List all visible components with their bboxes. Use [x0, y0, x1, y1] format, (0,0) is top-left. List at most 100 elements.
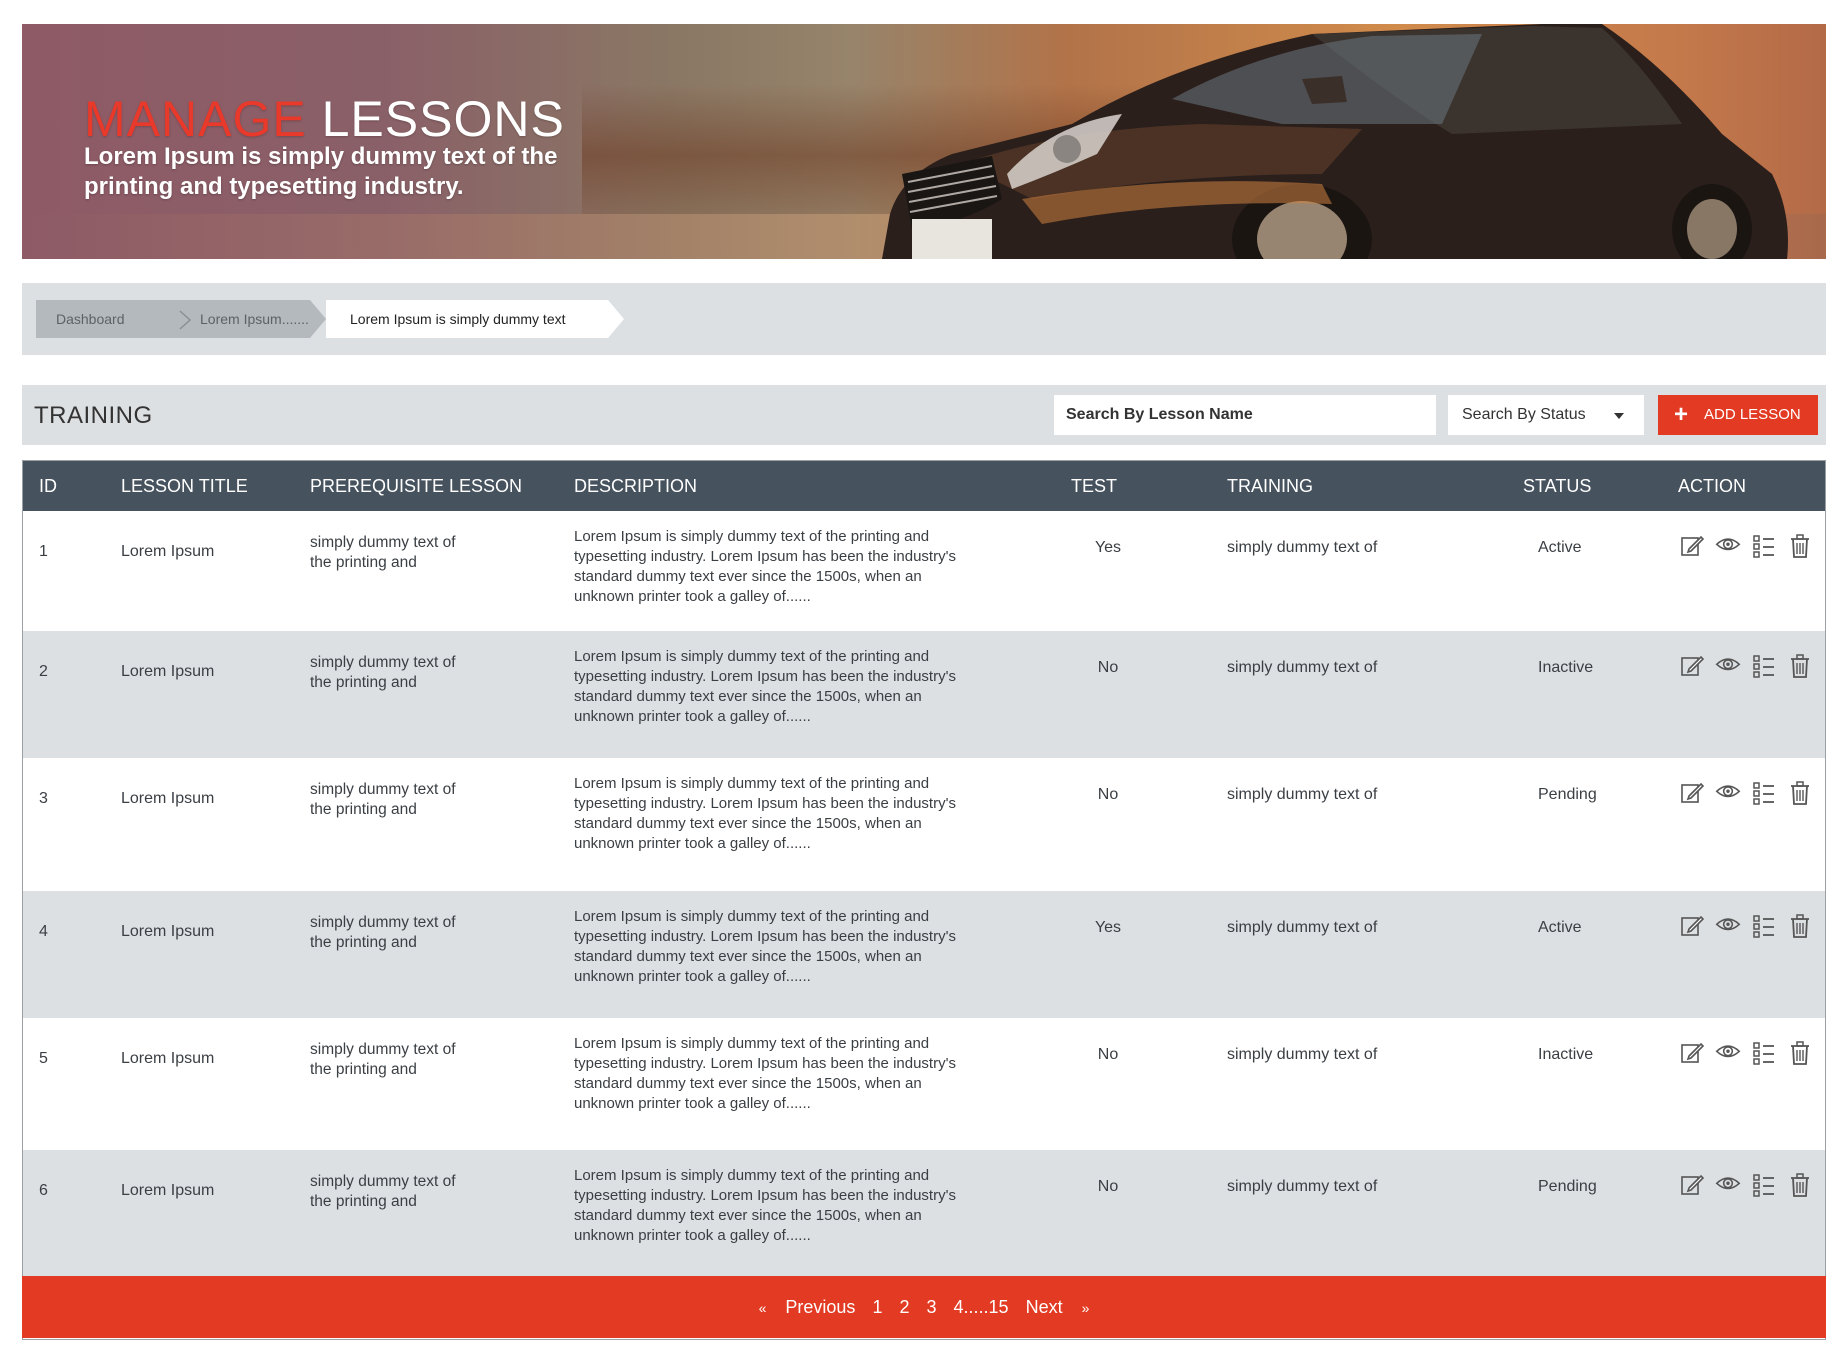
cell-id: 2 — [39, 663, 48, 680]
previous-page-link[interactable]: Previous — [785, 1297, 855, 1317]
cell-test: No — [1097, 659, 1119, 676]
edit-icon[interactable] — [1679, 653, 1705, 679]
cell-lesson-title: Lorem Ipsum — [121, 1050, 215, 1067]
cell-training: simply dummy text of — [1227, 1178, 1378, 1195]
row-actions — [1679, 1172, 1813, 1198]
cell-status: Active — [1538, 919, 1582, 936]
cell-id: 4 — [39, 923, 48, 940]
plus-icon: + — [1674, 401, 1689, 428]
checklist-icon[interactable] — [1751, 1040, 1777, 1066]
cell-status: Active — [1538, 539, 1582, 556]
banner-title: MANAGE LESSONS — [84, 90, 565, 148]
table-row: 4 Lorem Ipsum simply dummy text of the pri… — [23, 891, 1825, 1018]
checklist-icon[interactable] — [1751, 780, 1777, 806]
caret-down-icon — [1614, 413, 1624, 419]
col-lesson-title: LESSON TITLE — [121, 476, 248, 496]
breadcrumb-label-2: Lorem Ipsum....... — [200, 311, 309, 327]
checklist-icon[interactable] — [1751, 533, 1777, 559]
page-link-range[interactable]: 4.....15 — [954, 1297, 1009, 1317]
cell-description: Lorem Ipsum is simply dummy text of the … — [574, 648, 956, 725]
first-page-arrow[interactable]: « — [759, 1300, 767, 1316]
view-icon[interactable] — [1715, 780, 1741, 806]
cell-training: simply dummy text of — [1227, 786, 1378, 803]
cell-test: No — [1097, 1046, 1119, 1063]
next-page-link[interactable]: Next — [1026, 1297, 1063, 1317]
col-test: TEST — [1071, 476, 1118, 496]
banner-title-accent: MANAGE — [84, 91, 307, 147]
delete-icon[interactable] — [1787, 1040, 1813, 1066]
edit-icon[interactable] — [1679, 780, 1705, 806]
delete-icon[interactable] — [1787, 780, 1813, 806]
page-link-1[interactable]: 1 — [872, 1297, 882, 1317]
cell-prerequisite: simply dummy text of the printing and — [310, 1173, 456, 1210]
cell-status: Pending — [1538, 786, 1597, 803]
banner-subtitle: Lorem Ipsum is simply dummy text of the … — [84, 143, 558, 200]
breadcrumb-item-current: Lorem Ipsum is simply dummy text — [326, 300, 608, 338]
add-lesson-button[interactable]: + ADD LESSON — [1658, 395, 1818, 435]
cell-id: 3 — [39, 790, 48, 807]
table-row: 6 Lorem Ipsum simply dummy text of the pri… — [23, 1150, 1825, 1276]
cell-lesson-title: Lorem Ipsum — [121, 543, 215, 560]
cell-training: simply dummy text of — [1227, 659, 1378, 676]
view-icon[interactable] — [1715, 1172, 1741, 1198]
cell-description: Lorem Ipsum is simply dummy text of the … — [574, 1167, 956, 1244]
table-row: 5 Lorem Ipsum simply dummy text of the pri… — [23, 1018, 1825, 1150]
add-lesson-label: ADD LESSON — [1704, 406, 1801, 423]
table-row: 3 Lorem Ipsum simply dummy text of the pri… — [23, 758, 1825, 891]
view-icon[interactable] — [1715, 653, 1741, 679]
cell-prerequisite: simply dummy text of the printing and — [310, 654, 456, 691]
col-description: DESCRIPTION — [574, 476, 698, 496]
delete-icon[interactable] — [1787, 1172, 1813, 1198]
cell-prerequisite: simply dummy text of the printing and — [310, 1041, 456, 1078]
cell-lesson-title: Lorem Ipsum — [121, 1182, 215, 1199]
cell-description: Lorem Ipsum is simply dummy text of the … — [574, 528, 956, 605]
cell-test: Yes — [1094, 919, 1122, 936]
page-link-2[interactable]: 2 — [899, 1297, 909, 1317]
view-icon[interactable] — [1715, 1040, 1741, 1066]
breadcrumb-item-dashboard[interactable]: Dashboard — [36, 300, 160, 338]
col-action: ACTION — [1678, 476, 1747, 496]
cell-status: Inactive — [1538, 1046, 1594, 1063]
delete-icon[interactable] — [1787, 653, 1813, 679]
checklist-icon[interactable] — [1751, 1172, 1777, 1198]
col-id: ID — [39, 476, 57, 496]
row-actions — [1679, 653, 1813, 679]
table-header: ID LESSON TITLE PREREQUISITE LESSON DESC… — [23, 461, 1825, 511]
cell-test: Yes — [1094, 539, 1122, 556]
cell-training: simply dummy text of — [1227, 539, 1378, 556]
cell-training: simply dummy text of — [1227, 1046, 1378, 1063]
search-lesson-input[interactable] — [1054, 395, 1436, 435]
delete-icon[interactable] — [1787, 533, 1813, 559]
banner-title-rest: LESSONS — [321, 91, 565, 147]
delete-icon[interactable] — [1787, 913, 1813, 939]
cell-training: simply dummy text of — [1227, 919, 1378, 936]
last-page-arrow[interactable]: » — [1082, 1300, 1090, 1316]
view-icon[interactable] — [1715, 533, 1741, 559]
cell-prerequisite: simply dummy text of the printing and — [310, 534, 456, 571]
checklist-icon[interactable] — [1751, 913, 1777, 939]
car-image — [882, 24, 1788, 259]
row-actions — [1679, 780, 1813, 806]
cell-test: No — [1097, 1178, 1119, 1195]
col-status: STATUS — [1523, 476, 1592, 496]
cell-status: Inactive — [1538, 659, 1594, 676]
page-link-3[interactable]: 3 — [927, 1297, 937, 1317]
cell-prerequisite: simply dummy text of the printing and — [310, 781, 456, 818]
edit-icon[interactable] — [1679, 913, 1705, 939]
col-training: TRAINING — [1227, 476, 1314, 496]
cell-status: Pending — [1538, 1178, 1597, 1195]
col-prerequisite: PREREQUISITE LESSON — [310, 476, 523, 496]
cell-lesson-title: Lorem Ipsum — [121, 923, 215, 940]
row-actions — [1679, 1040, 1813, 1066]
edit-icon[interactable] — [1679, 533, 1705, 559]
cell-description: Lorem Ipsum is simply dummy text of the … — [574, 908, 956, 985]
edit-icon[interactable] — [1679, 1040, 1705, 1066]
view-icon[interactable] — [1715, 913, 1741, 939]
status-filter-select[interactable]: Search By Status — [1448, 395, 1644, 435]
checklist-icon[interactable] — [1751, 653, 1777, 679]
cell-id: 5 — [39, 1050, 48, 1067]
cell-prerequisite: simply dummy text of the printing and — [310, 914, 456, 951]
chevron-right-icon — [179, 310, 192, 330]
row-actions — [1679, 533, 1813, 559]
edit-icon[interactable] — [1679, 1172, 1705, 1198]
